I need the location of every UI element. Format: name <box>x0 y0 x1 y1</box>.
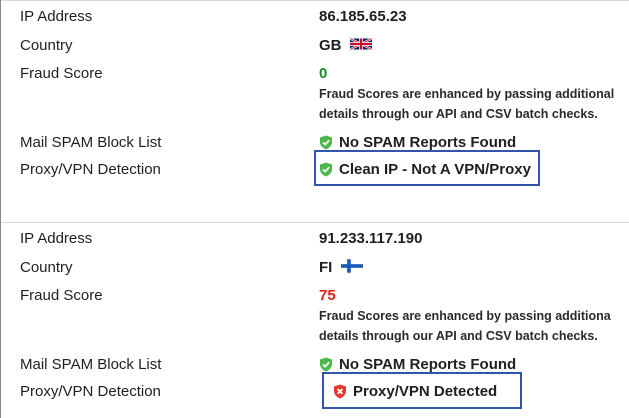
shield-check-icon <box>319 162 333 177</box>
country-value-2: FI <box>319 259 363 277</box>
fraud-score-note-line1-1: Fraud Scores are enhanced by passing add… <box>319 87 615 101</box>
row-ip-address-2 <box>1 222 629 223</box>
row-ip-address-1 <box>1 0 629 1</box>
mail-spam-status-text-1: No SPAM Reports Found <box>339 134 517 151</box>
proxy-vpn-status-text-1: Clean IP - Not A VPN/Proxy <box>339 161 531 178</box>
fraud-score-note-line2-2: details through our API and CSV batch ch… <box>319 329 598 343</box>
fraud-score-note-line1-2: Fraud Scores are enhanced by passing add… <box>319 309 611 323</box>
shield-check-icon <box>319 135 333 150</box>
fraud-score-label-2: Fraud Score <box>20 287 103 304</box>
shield-check-icon <box>319 357 333 372</box>
mail-spam-status-2: No SPAM Reports Found <box>319 356 516 373</box>
lookup-results-panel: IP Address 86.185.65.23 Country GB Fraud… <box>0 0 629 418</box>
ip-address-label-1: IP Address <box>20 8 93 25</box>
mail-spam-label-2: Mail SPAM Block List <box>20 356 162 373</box>
proxy-vpn-label-1: Proxy/VPN Detection <box>20 161 161 178</box>
mail-spam-status-text-2: No SPAM Reports Found <box>339 356 517 373</box>
proxy-vpn-status-2: Proxy/VPN Detected <box>333 383 497 400</box>
uk-flag-icon <box>349 37 373 55</box>
mail-spam-label-1: Mail SPAM Block List <box>20 134 162 151</box>
proxy-vpn-status-1: Clean IP - Not A VPN/Proxy <box>319 161 531 178</box>
country-label-2: Country <box>20 259 73 276</box>
mail-spam-status-1: No SPAM Reports Found <box>319 134 516 151</box>
fraud-score-label-1: Fraud Score <box>20 65 103 82</box>
shield-x-icon <box>333 384 347 399</box>
country-code-1: GB <box>319 37 342 54</box>
fraud-score-value-2: 75 <box>319 287 336 304</box>
country-code-2: FI <box>319 259 333 276</box>
fraud-score-note-line2-1: details through our API and CSV batch ch… <box>319 107 598 121</box>
fraud-score-value-1: 0 <box>319 65 328 82</box>
ip-address-label-2: IP Address <box>20 230 93 247</box>
ip-address-value-2: 91.233.117.190 <box>319 230 423 247</box>
proxy-vpn-status-text-2: Proxy/VPN Detected <box>353 383 498 400</box>
country-value-1: GB <box>319 37 373 55</box>
ip-address-value-1: 86.185.65.23 <box>319 8 407 25</box>
proxy-vpn-label-2: Proxy/VPN Detection <box>20 383 161 400</box>
finland-flag-icon <box>340 259 363 277</box>
country-label-1: Country <box>20 37 73 54</box>
